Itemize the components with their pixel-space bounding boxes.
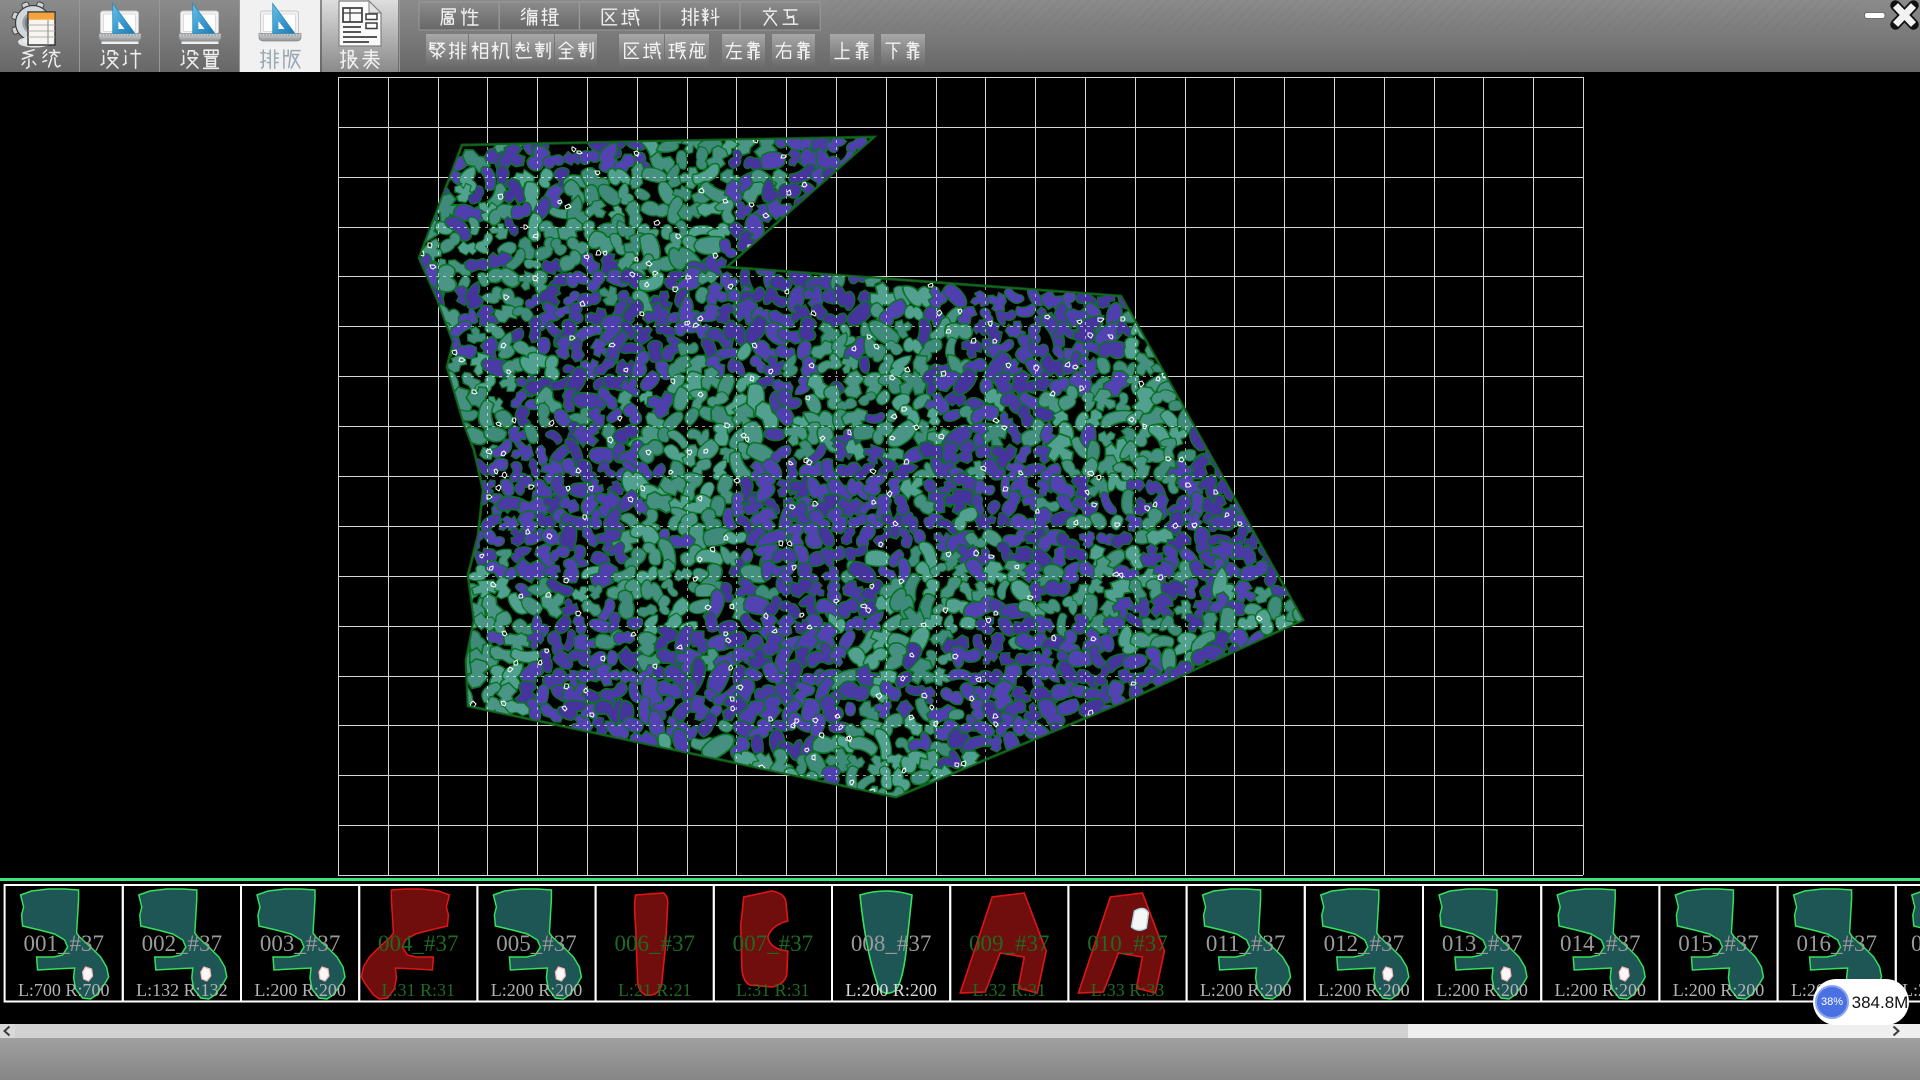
svg-text:L:200 R:200: L:200 R:200: [1318, 980, 1410, 1000]
svg-text:L:200 R:200: L:200 R:200: [491, 980, 583, 1000]
svg-text:L:200 R:200: L:200 R:200: [1673, 980, 1765, 1000]
svg-text:L:33 R:33: L:33 R:33: [1091, 980, 1165, 1000]
svg-text:016_#37: 016_#37: [1796, 931, 1877, 956]
svg-text:L:132 R:132: L:132 R:132: [136, 980, 228, 1000]
svg-text:L:32 R:31: L:32 R:31: [973, 980, 1047, 1000]
svg-text:014_#37: 014_#37: [1560, 931, 1641, 956]
svg-text:L:200 R:200: L:200 R:200: [1200, 980, 1292, 1000]
svg-text:012_#37: 012_#37: [1324, 931, 1405, 956]
svg-text:008_#37: 008_#37: [851, 931, 932, 956]
svg-text:L:21 R:21: L:21 R:21: [618, 980, 692, 1000]
svg-text:L:200 R:200: L:200 R:200: [254, 980, 346, 1000]
svg-text:001_#37: 001_#37: [23, 931, 104, 956]
svg-text:004_#37: 004_#37: [378, 931, 459, 956]
svg-text:L:31 R:31: L:31 R:31: [736, 980, 810, 1000]
svg-text:L:700 R:700: L:700 R:700: [18, 980, 110, 1000]
svg-text:L:200 R:200: L:200 R:200: [845, 980, 937, 1000]
svg-text:006_#37: 006_#37: [614, 931, 695, 956]
svg-text:010_#37: 010_#37: [1087, 931, 1168, 956]
svg-text:015_#37: 015_#37: [1678, 931, 1759, 956]
svg-text:005_#37: 005_#37: [496, 931, 577, 956]
svg-text:002_#37: 002_#37: [142, 931, 223, 956]
svg-text:L:200 R:200: L:200 R:200: [1436, 980, 1528, 1000]
svg-text:003_#37: 003_#37: [260, 931, 341, 956]
svg-text:017_#37: 017_#37: [1911, 931, 1920, 956]
svg-text:L:31 R:31: L:31 R:31: [382, 980, 456, 1000]
svg-text:L:200 R:200: L:200 R:200: [1555, 980, 1647, 1000]
svg-text:007_#37: 007_#37: [733, 931, 814, 956]
svg-text:011_#37: 011_#37: [1206, 931, 1286, 956]
svg-text:013_#37: 013_#37: [1442, 931, 1523, 956]
svg-text:009_#37: 009_#37: [969, 931, 1050, 956]
